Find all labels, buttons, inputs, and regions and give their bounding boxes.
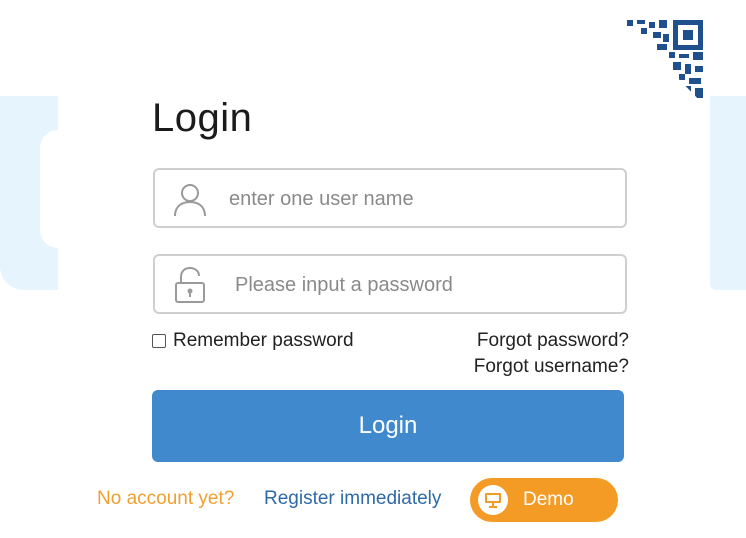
user-icon xyxy=(174,184,206,217)
forgot-password-link[interactable]: Forgot password? xyxy=(477,330,629,352)
register-link[interactable]: Register immediately xyxy=(264,488,441,510)
qr-code-icon[interactable] xyxy=(617,16,707,108)
username-field[interactable] xyxy=(153,168,627,228)
forgot-username-link[interactable]: Forgot username? xyxy=(474,356,629,378)
demo-label: Demo xyxy=(523,489,574,510)
username-input[interactable] xyxy=(227,182,611,216)
login-button[interactable]: Login xyxy=(152,390,624,462)
background-panel-left-cutout xyxy=(40,130,58,248)
password-field[interactable] xyxy=(153,254,627,314)
remember-checkbox[interactable] xyxy=(152,334,166,348)
no-account-text: No account yet? xyxy=(97,488,235,509)
page-title: Login xyxy=(152,96,253,140)
remember-label: Remember password xyxy=(173,330,354,351)
presentation-icon xyxy=(478,485,508,515)
demo-button[interactable]: Demo xyxy=(470,478,618,522)
background-panel-right xyxy=(710,96,746,290)
remember-password[interactable]: Remember password xyxy=(152,330,354,352)
lock-icon xyxy=(175,266,205,303)
password-input[interactable] xyxy=(233,268,617,302)
